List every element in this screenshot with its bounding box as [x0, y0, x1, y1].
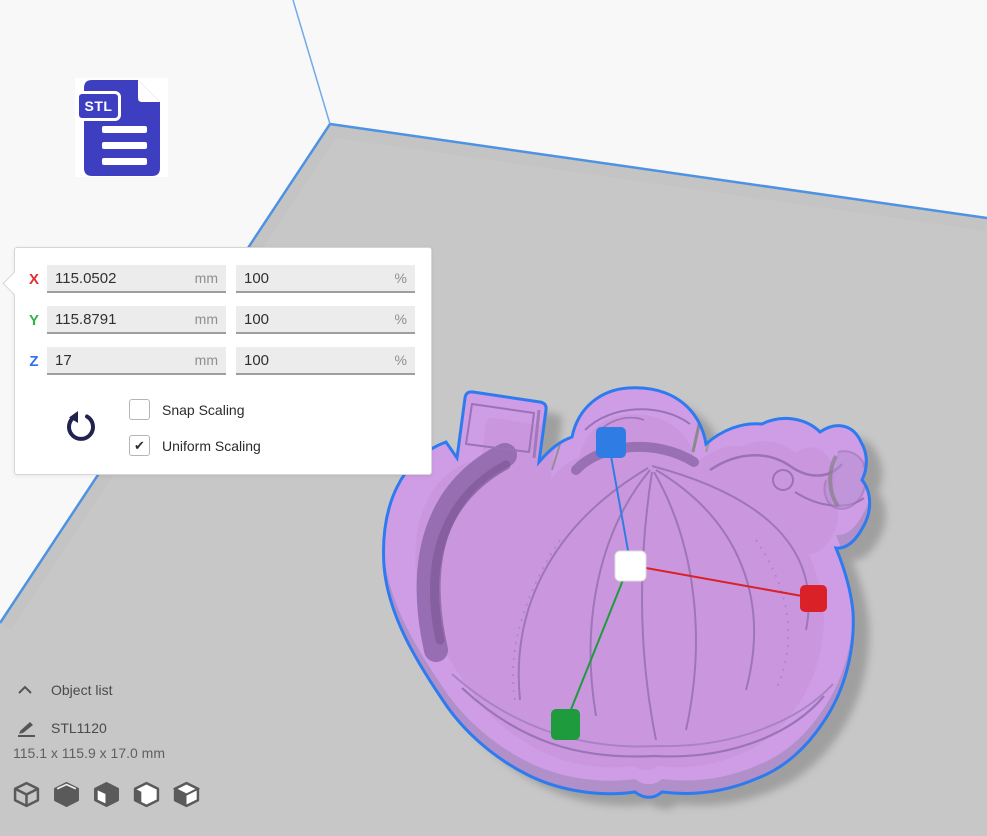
uniform-scaling-option: ✔ Uniform Scaling	[129, 435, 261, 456]
snap-scaling-option: Snap Scaling	[129, 399, 245, 420]
stl-badge-label: STL	[76, 91, 121, 121]
scale-tool-panel: X 115.0502 mm 100 % Y 115.8791 mm 100 % …	[14, 247, 432, 475]
snap-scaling-checkbox[interactable]	[129, 399, 150, 420]
axis-y-label: Y	[24, 306, 44, 336]
checkbox-check-icon: ✔	[134, 438, 145, 454]
scale-z-percent-input[interactable]: 100 %	[236, 347, 415, 375]
scale-handle-center[interactable]	[615, 551, 646, 581]
scale-y-mm-value[interactable]: 115.8791	[55, 311, 116, 328]
scale-x-percent-unit: %	[395, 270, 407, 286]
axis-x-label: X	[24, 265, 44, 295]
cura-viewport-window: STL X 115.0502 mm 100 % Y 115.8791 mm 10…	[0, 0, 987, 836]
camera-view-toolbar	[13, 781, 253, 808]
scale-x-mm-input[interactable]: 115.0502 mm	[47, 265, 226, 293]
object-list-panel: Object list STL1120 115.1 x 115.9 x 17.0…	[13, 679, 253, 808]
snap-scaling-label: Snap Scaling	[162, 402, 245, 418]
view-right-button[interactable]	[173, 781, 200, 808]
rotate-ccw-icon	[63, 410, 99, 446]
view-front-icon	[53, 781, 80, 808]
scale-y-percent-unit: %	[395, 311, 407, 327]
scale-x-percent-value[interactable]: 100	[244, 270, 269, 287]
scale-y-percent-value[interactable]: 100	[244, 311, 269, 328]
scale-x-mm-unit: mm	[195, 270, 218, 286]
view-top-button[interactable]	[93, 781, 120, 808]
pencil-icon	[13, 719, 43, 737]
object-list-item[interactable]: STL1120	[13, 717, 253, 739]
view-left-icon	[133, 781, 160, 808]
scale-y-mm-input[interactable]: 115.8791 mm	[47, 306, 226, 334]
scale-handle-x[interactable]	[800, 585, 827, 612]
view-front-button[interactable]	[53, 781, 80, 808]
scale-z-mm-value[interactable]: 17	[55, 352, 72, 369]
uniform-scaling-checkbox[interactable]: ✔	[129, 435, 150, 456]
view-left-button[interactable]	[133, 781, 160, 808]
object-dimensions: 115.1 x 115.9 x 17.0 mm	[13, 745, 253, 761]
scale-x-mm-value[interactable]: 115.0502	[55, 270, 116, 287]
scale-z-percent-value[interactable]: 100	[244, 352, 269, 369]
scale-handle-y[interactable]	[551, 709, 580, 740]
axis-z-label: Z	[24, 347, 44, 377]
scale-z-mm-unit: mm	[195, 352, 218, 368]
object-list-title: Object list	[51, 682, 112, 698]
scale-y-percent-input[interactable]: 100 %	[236, 306, 415, 334]
reset-scale-button[interactable]	[63, 410, 99, 446]
object-item-name: STL1120	[51, 720, 107, 736]
build-volume-edge	[293, 0, 330, 124]
scale-y-mm-unit: mm	[195, 311, 218, 327]
uniform-scaling-label: Uniform Scaling	[162, 438, 261, 454]
scale-z-mm-input[interactable]: 17 mm	[47, 347, 226, 375]
scale-x-percent-input[interactable]: 100 %	[236, 265, 415, 293]
view-3d-icon	[13, 781, 40, 808]
object-list-header[interactable]: Object list	[13, 679, 253, 701]
scale-handle-z[interactable]	[596, 427, 626, 458]
scale-z-percent-unit: %	[395, 352, 407, 368]
view-top-icon	[93, 781, 120, 808]
stl-file-badge: STL	[75, 78, 168, 177]
view-right-icon	[173, 781, 200, 808]
chevron-up-icon	[13, 685, 43, 695]
view-3d-button[interactable]	[13, 781, 40, 808]
